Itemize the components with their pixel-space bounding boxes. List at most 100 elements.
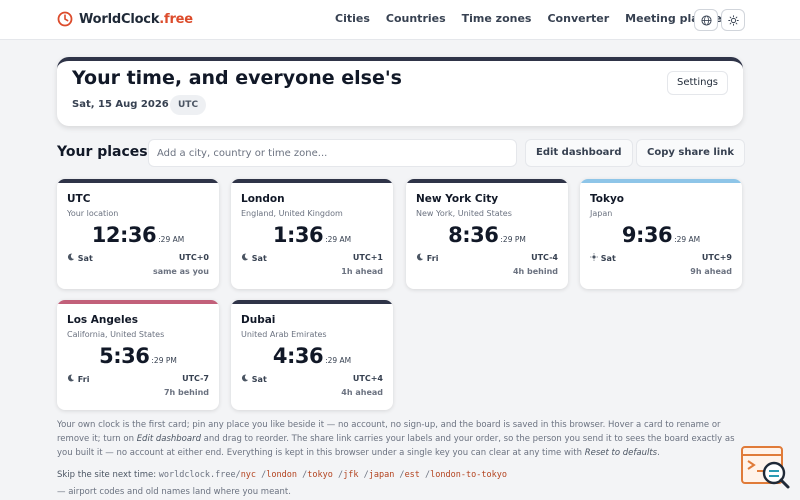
card-utc-offset: UTC+9 <box>701 253 732 262</box>
card-region: New York, United States <box>416 209 512 218</box>
floating-help-widget-icon[interactable] <box>740 445 792 491</box>
card-time-difference: 4h behind <box>512 267 558 276</box>
clock-card[interactable]: Tokyo Japan 9:36 :29 AM Sat UTC+9 9h ahe… <box>580 179 742 289</box>
sun-icon <box>727 14 739 26</box>
card-region: Japan <box>590 209 613 218</box>
brand-name: WorldClock.free <box>79 11 193 27</box>
card-seconds-period: :29 AM <box>158 235 185 244</box>
url-shortcut[interactable]: jfk <box>343 470 358 480</box>
card-day: Fri <box>416 253 438 263</box>
clock-card[interactable]: New York City New York, United States 8:… <box>406 179 568 289</box>
card-hours-minutes: 8:36 <box>448 223 499 247</box>
clock-card[interactable]: Dubai United Arab Emirates 4:36 :29 AM S… <box>231 300 393 410</box>
sun-icon <box>590 253 598 263</box>
card-region: Your location <box>67 209 119 218</box>
settings-button[interactable]: Settings <box>666 71 728 95</box>
clock-card[interactable]: London England, United Kingdom 1:36 :29 … <box>231 179 393 289</box>
card-time: 1:36 :29 AM <box>231 223 393 247</box>
card-day: Fri <box>67 374 89 384</box>
card-time-difference: 1h ahead <box>341 267 383 276</box>
add-place-input[interactable] <box>148 139 517 167</box>
card-day: Sat <box>67 253 93 263</box>
card-accent-bar <box>231 179 393 183</box>
your-places-heading: Your places <box>57 144 148 160</box>
card-utc-offset: UTC+0 <box>178 253 209 262</box>
url-shortcut[interactable]: tokyo <box>307 470 333 480</box>
card-utc-offset: UTC+4 <box>352 374 383 383</box>
card-seconds-period: :29 AM <box>674 235 701 244</box>
card-utc-offset: UTC-4 <box>531 253 558 262</box>
moon-icon <box>241 253 249 263</box>
card-hours-minutes: 1:36 <box>272 223 324 247</box>
card-city: London <box>241 193 285 205</box>
card-time-difference: 9h ahead <box>690 267 732 276</box>
card-utc-offset: UTC-7 <box>182 374 209 383</box>
card-region: England, United Kingdom <box>241 209 343 218</box>
card-accent-bar <box>580 179 742 183</box>
card-day: Sat <box>241 374 267 384</box>
dashboard-help-text: Your own clock is the first card; pin an… <box>57 420 735 458</box>
card-city: UTC <box>67 193 91 205</box>
card-utc-offset: UTC+1 <box>352 253 383 262</box>
language-button[interactable] <box>694 9 718 31</box>
card-day: Sat <box>241 253 267 263</box>
card-seconds-period: :29 PM <box>151 356 177 365</box>
url-shortcut[interactable]: london <box>266 470 297 480</box>
nav-countries-link[interactable]: Countries <box>386 12 446 25</box>
globe-icon <box>700 14 712 26</box>
card-time-difference: same as you <box>152 267 209 276</box>
clock-card[interactable]: Los Angeles California, United States 5:… <box>57 300 219 410</box>
timezone-badge: UTC <box>170 95 207 115</box>
nav-time-zones-link[interactable]: Time zones <box>462 12 532 25</box>
card-region: California, United States <box>67 330 165 339</box>
edit-dashboard-button[interactable]: Edit dashboard <box>525 139 633 167</box>
moon-icon <box>67 374 75 384</box>
card-region: United Arab Emirates <box>241 330 327 339</box>
card-city: Tokyo <box>590 193 625 205</box>
card-time-difference: 7h behind <box>163 388 209 397</box>
card-accent-bar <box>57 179 219 183</box>
card-city: Los Angeles <box>67 314 139 326</box>
nav-cities-link[interactable]: Cities <box>335 12 370 25</box>
card-accent-bar <box>406 179 568 183</box>
card-seconds-period: :29 AM <box>325 356 352 365</box>
copy-share-link-button[interactable]: Copy share link <box>636 139 746 167</box>
moon-icon <box>416 253 424 263</box>
brand-logo-link[interactable]: WorldClock.free <box>57 11 193 27</box>
top-navigation-bar: WorldClock.free Cities Countries Time zo… <box>0 0 800 40</box>
theme-toggle-button[interactable] <box>721 9 745 31</box>
clock-card[interactable]: UTC Your location 12:36 :29 AM Sat UTC+0… <box>57 179 219 289</box>
card-time-difference: 4h ahead <box>341 388 383 397</box>
card-hours-minutes: 12:36 <box>91 223 157 247</box>
card-day: Sat <box>590 253 616 263</box>
card-time: 9:36 :29 AM <box>580 223 742 247</box>
card-accent-bar <box>57 300 219 304</box>
card-city: New York City <box>416 193 499 205</box>
card-city: Dubai <box>241 314 276 326</box>
card-time: 4:36 :29 AM <box>231 344 393 368</box>
url-shortcut-caption: — airport codes and old names land where… <box>57 487 291 497</box>
nav-converter-link[interactable]: Converter <box>547 12 609 25</box>
url-shortcut[interactable]: nyc <box>241 470 256 480</box>
clock-logo-icon <box>57 11 73 27</box>
card-hours-minutes: 5:36 <box>99 344 150 368</box>
card-hours-minutes: 4:36 <box>272 344 324 368</box>
your-time-panel: Your time, and everyone else's Sat, 15 A… <box>57 57 743 126</box>
current-date: Sat, 15 Aug 2026 <box>72 99 169 110</box>
card-time: 8:36 :29 PM <box>406 223 568 247</box>
card-time: 5:36 :29 PM <box>57 344 219 368</box>
card-hours-minutes: 9:36 <box>621 223 673 247</box>
card-seconds-period: :29 AM <box>325 235 352 244</box>
moon-icon <box>67 253 75 263</box>
card-accent-bar <box>231 300 393 304</box>
url-shortcut[interactable]: london-to-tokyo <box>430 470 507 480</box>
url-shortcuts: Skip the site next time: worldclock.free… <box>57 470 507 480</box>
card-time: 12:36 :29 AM <box>57 223 219 247</box>
url-shortcut[interactable]: japan <box>369 470 395 480</box>
url-shortcut-list: worldclock.free/nyc /london /tokyo /jfk … <box>158 470 507 480</box>
moon-icon <box>241 374 249 384</box>
page-title: Your time, and everyone else's <box>72 67 402 89</box>
card-seconds-period: :29 PM <box>500 235 526 244</box>
main-nav: Cities Countries Time zones Converter Me… <box>335 12 727 25</box>
url-shortcut[interactable]: est <box>405 470 420 480</box>
